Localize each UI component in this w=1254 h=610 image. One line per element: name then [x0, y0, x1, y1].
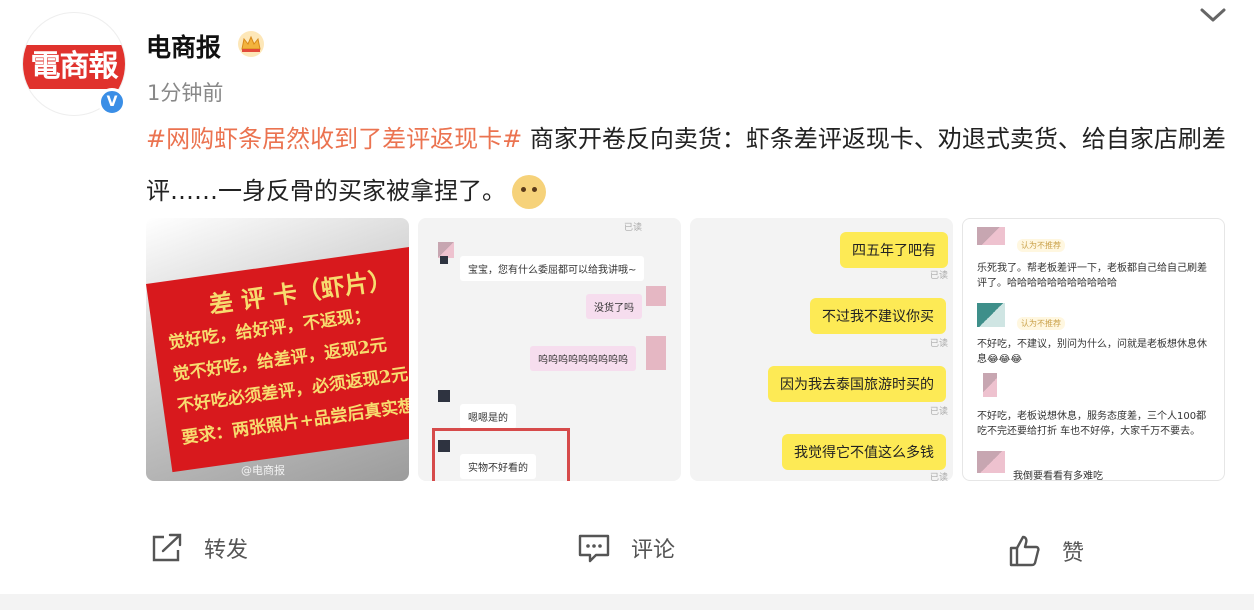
comment-label: 评论: [631, 538, 676, 563]
like-button[interactable]: 赞: [1008, 534, 1084, 568]
review-comment: 乐死我了。帮老板差评一下，老板都自己给自己刷差评了。哈哈哈哈哈哈哈哈哈哈哈: [977, 263, 1207, 289]
chat-message: 因为我去泰国旅游时买的: [768, 366, 946, 402]
blurred-avatar: [646, 286, 666, 306]
blurred-avatar: [438, 390, 450, 402]
blurred-avatar: [438, 440, 450, 452]
like-label: 赞: [1062, 541, 1085, 566]
read-receipt: 已读: [930, 339, 949, 349]
chat-message: 我觉得它不值这么多钱: [782, 434, 946, 470]
chat-message: 宝宝，您有什么委屈都可以给我讲哦~: [460, 256, 645, 281]
chat-message: 没货了吗: [586, 294, 642, 319]
review-badge: 认为不推荐: [1017, 317, 1065, 330]
red-review-card: 差 评 卡（虾片） 觉好吃，给好评，不返现； 觉不好吃，给差评，返现2元 不好吃…: [146, 242, 409, 473]
bottom-separator: [0, 594, 1254, 610]
blurred-avatar: [977, 451, 1005, 473]
like-icon: [1009, 535, 1040, 567]
chat-message: 实物不好看的: [460, 454, 536, 479]
chat-message: 嗯嗯是的: [460, 404, 516, 429]
chevron-down-icon[interactable]: [1198, 2, 1228, 28]
read-receipt: 已读: [624, 223, 643, 233]
doge-emoji-icon: [512, 175, 546, 209]
read-receipt: 已读: [930, 407, 949, 417]
blurred-avatar: [977, 227, 1005, 245]
read-receipt: 已读: [930, 271, 949, 281]
hashtag-link[interactable]: #网购虾条居然收到了差评返现卡#: [146, 125, 522, 153]
share-icon: [152, 533, 182, 562]
blurred-avatar: [983, 373, 997, 397]
review-badge: 认为不推荐: [1017, 239, 1065, 252]
post-text: #网购虾条居然收到了差评返现卡# 商家开卷反向卖货：虾条差评返现卡、劝退式卖货、…: [146, 113, 1226, 217]
verified-icon: V: [98, 88, 126, 116]
post-image-4[interactable]: 认为不推荐 乐死我了。帮老板差评一下，老板都自己给自己刷差评了。哈哈哈哈哈哈哈哈…: [962, 218, 1225, 481]
chat-message: 不过我不建议你买: [810, 298, 946, 334]
review-comment: 我倒要看看有多难吃: [1013, 471, 1103, 481]
blurred-avatar: [977, 303, 1005, 327]
post-timestamp: 1分钟前: [147, 81, 224, 105]
crown-icon: [238, 31, 264, 57]
blurred-avatar: [646, 336, 666, 370]
read-receipt: 已读: [930, 473, 949, 481]
blurred-avatar: [440, 256, 448, 264]
post-image-2[interactable]: 已读 宝宝，您有什么委屈都可以给我讲哦~ 没货了吗 呜呜呜呜呜呜呜呜呜 嗯嗯是的…: [418, 218, 681, 481]
avatar-logo: 電商報: [23, 45, 125, 89]
comment-icon: [578, 534, 610, 563]
review-comment: 不好吃，不建议，别问为什么，问就是老板想休息休息😂😂😂: [977, 339, 1207, 365]
post-image-3[interactable]: 四五年了吧有 已读 不过我不建议你买 已读 因为我去泰国旅游时买的 已读 我觉得…: [690, 218, 953, 481]
chat-message: 四五年了吧有: [840, 232, 948, 268]
review-comment: 不好吃，老板说想休息，服务态度差，三个人100都吃不完还要给打折 车也不好停，大…: [977, 411, 1207, 437]
share-label: 转发: [204, 538, 249, 563]
author-name[interactable]: 电商报: [146, 28, 221, 64]
comment-button[interactable]: 评论: [577, 532, 675, 564]
image-watermark: @电商报: [241, 464, 285, 477]
post-actions: 转发 评论 赞: [0, 530, 1254, 570]
share-button[interactable]: 转发: [150, 532, 248, 564]
post-image-1[interactable]: 差 评 卡（虾片） 觉好吃，给好评，不返现； 觉不好吃，给差评，返现2元 不好吃…: [146, 218, 409, 481]
chat-message: 呜呜呜呜呜呜呜呜呜: [530, 346, 636, 371]
